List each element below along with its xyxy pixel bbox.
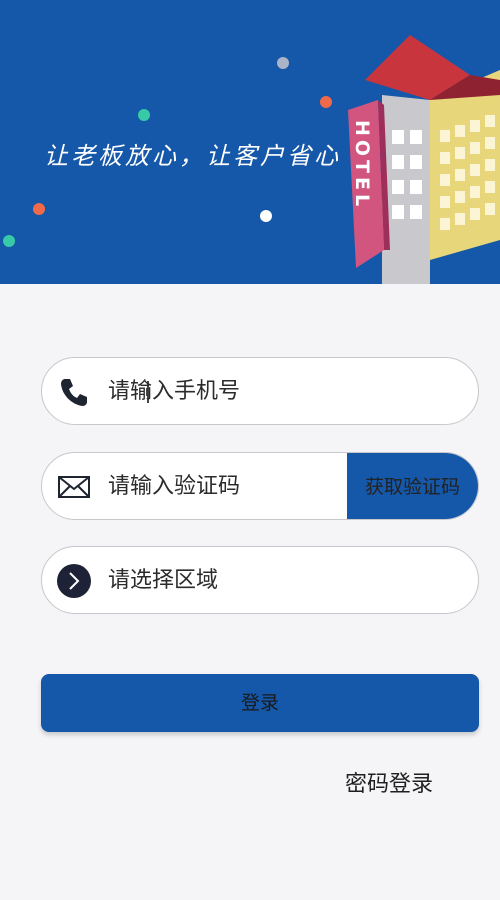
- phone-icon: [61, 379, 87, 406]
- slogan: 让老板放心，让客户省心: [44, 142, 341, 170]
- chevron-right-circle-icon: [57, 564, 91, 598]
- phone-input[interactable]: 请输入手机号: [108, 358, 240, 424]
- header-banner: HOTEL 让老板放心，让客户省心: [0, 0, 500, 284]
- verification-code-input[interactable]: 请输入验证码: [108, 453, 240, 519]
- envelope-icon: [58, 476, 90, 498]
- region-select[interactable]: 请选择区域: [108, 547, 218, 613]
- login-button[interactable]: 登录: [41, 674, 479, 732]
- hotel-sign-text: HOTEL: [351, 120, 373, 210]
- verification-code-field[interactable]: 请输入验证码 获取验证码: [41, 452, 479, 520]
- phone-field[interactable]: 请输入手机号: [41, 357, 479, 425]
- region-select-field[interactable]: 请选择区域: [41, 546, 479, 614]
- get-code-button[interactable]: 获取验证码: [347, 453, 478, 519]
- password-login-link[interactable]: 密码登录: [345, 766, 433, 798]
